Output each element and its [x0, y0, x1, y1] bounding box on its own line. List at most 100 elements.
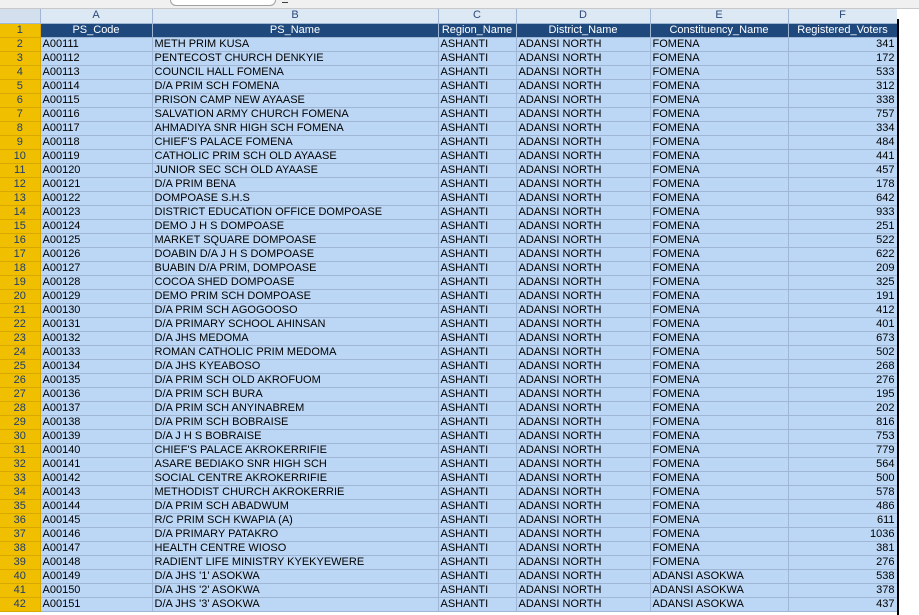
row-header[interactable]: 27: [0, 387, 41, 402]
cell-district-name[interactable]: ADANSI NORTH: [516, 513, 651, 528]
select-all-corner[interactable]: [0, 9, 41, 24]
cell-region-name[interactable]: ASHANTI: [438, 513, 517, 528]
cell-region-name[interactable]: ASHANTI: [438, 177, 517, 192]
cell-constituency-name[interactable]: FOMENA: [650, 527, 789, 542]
cell-constituency-name[interactable]: FOMENA: [650, 149, 789, 164]
cell-district-name[interactable]: ADANSI NORTH: [516, 275, 651, 290]
column-header-a[interactable]: A: [40, 9, 153, 24]
row-header[interactable]: 22: [0, 317, 41, 332]
cell-ps-code[interactable]: A00134: [40, 359, 153, 374]
cell-constituency-name[interactable]: FOMENA: [650, 401, 789, 416]
cell-ps-code[interactable]: A00113: [40, 65, 153, 80]
cell-registered-voters[interactable]: 276: [788, 373, 898, 388]
cell-region-name[interactable]: ASHANTI: [438, 275, 517, 290]
cell-ps-name[interactable]: ROMAN CATHOLIC PRIM MEDOMA: [152, 345, 439, 360]
cell-constituency-name[interactable]: FOMENA: [650, 177, 789, 192]
cell-ps-code[interactable]: A00124: [40, 219, 153, 234]
cell-ps-code[interactable]: A00148: [40, 555, 153, 570]
cell-ps-code[interactable]: A00117: [40, 121, 153, 136]
cell-district-name[interactable]: ADANSI NORTH: [516, 387, 651, 402]
row-header[interactable]: 42: [0, 597, 41, 612]
cell-district-name[interactable]: ADANSI NORTH: [516, 163, 651, 178]
cell-ps-name[interactable]: D/A PRIM SCH BURA: [152, 387, 439, 402]
cell-district-name[interactable]: ADANSI NORTH: [516, 583, 651, 598]
cell-ps-name[interactable]: CHIEF'S PALACE AKROKERRIFIE: [152, 443, 439, 458]
cell-ps-code[interactable]: A00151: [40, 597, 153, 612]
row-header[interactable]: 31: [0, 443, 41, 458]
cell-ps-name[interactable]: D/A PRIM BENA: [152, 177, 439, 192]
cell-district-name[interactable]: ADANSI NORTH: [516, 401, 651, 416]
cell-ps-name[interactable]: CHIEF'S PALACE FOMENA: [152, 135, 439, 150]
cell-region-name[interactable]: ASHANTI: [438, 93, 517, 108]
cell-registered-voters[interactable]: 202: [788, 401, 898, 416]
cell-region-name[interactable]: ASHANTI: [438, 373, 517, 388]
cell-region-name[interactable]: ASHANTI: [438, 51, 517, 66]
cell-ps-code[interactable]: A00115: [40, 93, 153, 108]
cell-constituency-name[interactable]: FOMENA: [650, 471, 789, 486]
cell-district-name[interactable]: ADANSI NORTH: [516, 79, 651, 94]
row-header[interactable]: 29: [0, 415, 41, 430]
row-header[interactable]: 9: [0, 135, 41, 150]
cell-registered-voters[interactable]: 378: [788, 583, 898, 598]
cell-constituency-name[interactable]: FOMENA: [650, 443, 789, 458]
cell-registered-voters[interactable]: 251: [788, 219, 898, 234]
cell-registered-voters[interactable]: 209: [788, 261, 898, 276]
row-header[interactable]: 13: [0, 191, 41, 206]
cell-district-name[interactable]: ADANSI NORTH: [516, 499, 651, 514]
cell-ps-code[interactable]: A00143: [40, 485, 153, 500]
cell-constituency-name[interactable]: FOMENA: [650, 415, 789, 430]
cell-registered-voters[interactable]: 437: [788, 597, 898, 612]
cell-constituency-name[interactable]: FOMENA: [650, 555, 789, 570]
cell-ps-code[interactable]: A00122: [40, 191, 153, 206]
cell-ps-name[interactable]: PRISON CAMP NEW AYAASE: [152, 93, 439, 108]
row-header[interactable]: 38: [0, 541, 41, 556]
cell-ps-code[interactable]: A00132: [40, 331, 153, 346]
cell-constituency-name[interactable]: FOMENA: [650, 541, 789, 556]
row-header[interactable]: 30: [0, 429, 41, 444]
cell-region-name[interactable]: ASHANTI: [438, 317, 517, 332]
cell-ps-code[interactable]: A00142: [40, 471, 153, 486]
cell-ps-name[interactable]: COCOA SHED DOMPOASE: [152, 275, 439, 290]
cell-constituency-name[interactable]: FOMENA: [650, 457, 789, 472]
cell-ps-code[interactable]: A00130: [40, 303, 153, 318]
cell-ps-name[interactable]: DEMO PRIM SCH DOMPOASE: [152, 289, 439, 304]
cell-region-name[interactable]: ASHANTI: [438, 443, 517, 458]
cell-constituency-name[interactable]: ADANSI ASOKWA: [650, 597, 789, 612]
cell-ps-code[interactable]: A00112: [40, 51, 153, 66]
row-header[interactable]: 26: [0, 373, 41, 388]
row-header[interactable]: 20: [0, 289, 41, 304]
cell-registered-voters[interactable]: 191: [788, 289, 898, 304]
column-header-c[interactable]: C: [438, 9, 517, 24]
row-header[interactable]: 19: [0, 275, 41, 290]
cell-district-name[interactable]: ADANSI NORTH: [516, 191, 651, 206]
cell-registered-voters[interactable]: 484: [788, 135, 898, 150]
row-header[interactable]: 37: [0, 527, 41, 542]
cell-constituency-name[interactable]: FOMENA: [650, 485, 789, 500]
cell-region-name[interactable]: ASHANTI: [438, 205, 517, 220]
cell-constituency-name[interactable]: FOMENA: [650, 205, 789, 220]
row-header[interactable]: 32: [0, 457, 41, 472]
row-header[interactable]: 12: [0, 177, 41, 192]
cell-ps-code[interactable]: A00116: [40, 107, 153, 122]
cell-registered-voters[interactable]: 268: [788, 359, 898, 374]
spreadsheet-grid[interactable]: A B C D E F 1 PS_Code PS_Name Region_Nam…: [0, 9, 898, 612]
row-header[interactable]: 4: [0, 65, 41, 80]
cell-ps-name[interactable]: D/A PRIM SCH AGOGOOSO: [152, 303, 439, 318]
cell-registered-voters[interactable]: 502: [788, 345, 898, 360]
cell-ps-name[interactable]: DEMO J H S DOMPOASE: [152, 219, 439, 234]
cell-registered-voters[interactable]: 312: [788, 79, 898, 94]
cell-registered-voters[interactable]: 412: [788, 303, 898, 318]
cell-district-name[interactable]: ADANSI NORTH: [516, 233, 651, 248]
cell-region-name[interactable]: ASHANTI: [438, 583, 517, 598]
cell-ps-code[interactable]: A00141: [40, 457, 153, 472]
cell-ps-code[interactable]: A00133: [40, 345, 153, 360]
cell-constituency-name[interactable]: FOMENA: [650, 51, 789, 66]
row-header[interactable]: 24: [0, 345, 41, 360]
cell-registered-voters[interactable]: 611: [788, 513, 898, 528]
cell-registered-voters[interactable]: 178: [788, 177, 898, 192]
cell-constituency-name[interactable]: FOMENA: [650, 191, 789, 206]
cell-ps-code[interactable]: A00140: [40, 443, 153, 458]
row-header[interactable]: 2: [0, 37, 41, 52]
row-header[interactable]: 41: [0, 583, 41, 598]
cell-registered-voters[interactable]: 486: [788, 499, 898, 514]
